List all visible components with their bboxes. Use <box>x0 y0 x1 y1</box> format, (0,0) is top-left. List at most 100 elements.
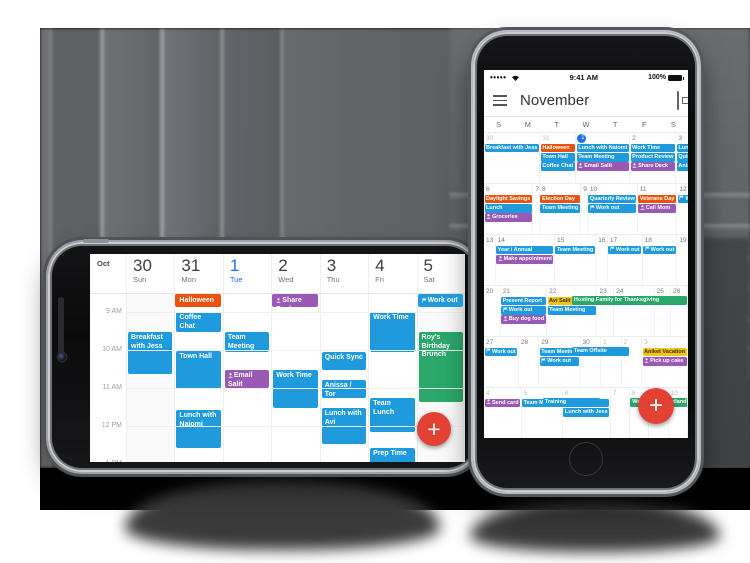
create-event-fab[interactable]: + <box>638 388 674 424</box>
week-grid[interactable]: Breakfast with Jess Coffee Chat Town Hall L… <box>126 294 465 462</box>
month-event-chip[interactable]: Quick Sync <box>676 153 688 162</box>
month-day-cell[interactable]: 3 Lunch with Avi Quick Sync Anissa / Tor <box>676 133 688 183</box>
month-event-chip[interactable]: Work out <box>677 194 688 204</box>
month-day-cell[interactable]: 26 <box>671 286 688 336</box>
month-day-cell[interactable]: 24Thanksgiving <box>614 286 655 336</box>
month-event-chip[interactable]: Work out <box>501 306 546 315</box>
calendar-icon[interactable] <box>677 90 679 110</box>
month-event-chip[interactable]: Lunch with Avi <box>676 143 688 153</box>
week-event[interactable]: Coffee Chat <box>176 312 221 332</box>
all-day-event[interactable]: Share Deck <box>272 294 318 313</box>
month-event-chip[interactable]: Anissa / Tor <box>676 162 688 171</box>
month-day-cell[interactable]: 12 Work out <box>677 184 688 234</box>
month-event-chip[interactable]: Aniket Vacation <box>642 347 687 357</box>
month-day-cell[interactable]: 13 <box>484 235 496 285</box>
month-day-cell[interactable]: 15 Team Meeting <box>555 235 597 285</box>
month-day-cell[interactable]: 22Avi Salit BirthdayTeam Meeting <box>547 286 598 336</box>
month-event-chip[interactable]: Email Salit <box>576 162 629 171</box>
power-button[interactable] <box>83 239 109 243</box>
month-day-cell[interactable]: 4 Send card <box>484 388 522 438</box>
month-event-chip[interactable]: Lunch with Naiomi <box>576 143 629 153</box>
month-day-cell[interactable]: 30 <box>581 337 602 387</box>
week-day-column-2[interactable]: Team Meeting Email Salit <box>222 294 272 462</box>
month-day-cell[interactable]: 1 <box>601 337 622 387</box>
month-day-cell[interactable]: 23 <box>597 286 615 336</box>
week-event[interactable]: Anissa / Tor <box>321 380 367 398</box>
month-day-cell[interactable]: 6 Daylight Savings Lunch Groceries <box>484 184 534 234</box>
month-day-cell[interactable]: 20 <box>484 286 501 336</box>
month-event-chip[interactable]: Share Deck <box>630 162 675 171</box>
month-event-span[interactable]: Hosting Family for Thanksgiving <box>571 296 688 305</box>
hamburger-icon[interactable] <box>493 95 507 106</box>
week-event[interactable]: Lunch with Naiomi <box>176 410 221 448</box>
month-day-cell[interactable]: 27 Work out <box>484 337 519 387</box>
week-event[interactable]: Work Time <box>370 312 415 352</box>
month-event-chip[interactable]: Work Time <box>630 143 675 153</box>
month-event-chip[interactable]: Breakfast with Jess <box>484 143 539 153</box>
month-event-chip[interactable]: Groceries <box>484 213 532 222</box>
home-button[interactable] <box>569 442 603 476</box>
week-event[interactable]: Breakfast with Jess <box>128 332 173 374</box>
week-day-header-3[interactable]: 2 Wed <box>271 254 319 293</box>
create-event-fab[interactable]: + <box>417 412 451 446</box>
week-day-header-1[interactable]: 31 Mon <box>174 254 222 293</box>
month-event-chip[interactable]: Halloween <box>540 143 575 153</box>
month-event-chip[interactable]: Lunch <box>484 204 532 213</box>
all-day-event[interactable]: Work out <box>417 294 463 307</box>
week-day-column-3[interactable]: Work Time <box>271 294 320 462</box>
month-event-chip[interactable]: Coffee Chat <box>540 162 575 171</box>
month-day-cell[interactable]: 25 <box>655 286 672 336</box>
week-event[interactable]: Roy's Birthday Brunch <box>418 332 463 402</box>
month-event-chip[interactable]: Buy dog food <box>501 315 546 324</box>
week-event[interactable]: Quick Sync <box>321 352 367 370</box>
month-event-chip[interactable]: Quarterly Review <box>588 194 637 204</box>
month-day-cell[interactable]: 7 <box>533 184 540 234</box>
month-event-chip[interactable]: Team Meeting <box>540 204 580 213</box>
month-event-chip[interactable]: Election Day <box>540 194 580 204</box>
week-day-column-0[interactable]: Breakfast with Jess <box>126 294 175 462</box>
month-event-chip[interactable]: Lunch with Jess <box>563 408 610 417</box>
month-event-chip[interactable]: Present Report <box>501 296 546 306</box>
month-event-chip[interactable]: Daylight Savings <box>484 194 532 204</box>
week-day-column-4[interactable]: Quick Sync Anissa / Tor Lunch with Avi <box>319 294 369 462</box>
week-day-header-5[interactable]: 4 Fri <box>368 254 416 293</box>
month-event-chip[interactable]: Send card <box>484 398 521 408</box>
week-view-body[interactable]: 9 AM 10 AM 11 AM 12 PM 1 PM Breakfast with J… <box>90 294 465 462</box>
week-event[interactable]: Town Hall <box>176 351 221 389</box>
week-day-header-2[interactable]: 1 Tue <box>222 254 271 293</box>
month-day-cell[interactable]: 18 Work out <box>643 235 678 285</box>
month-day-cell[interactable]: 9 <box>581 184 588 234</box>
month-event-chip[interactable]: Team Meeting <box>555 245 595 255</box>
month-event-chip[interactable]: Veterans Day <box>638 194 676 204</box>
month-day-cell[interactable]: 10 Quarterly Review Work out <box>588 184 638 234</box>
week-day-header-4[interactable]: 3 Thu <box>319 254 368 293</box>
month-day-cell[interactable]: 5 Team Meeting <box>522 388 563 438</box>
month-event-chip[interactable]: Work out <box>643 245 676 255</box>
month-day-cell[interactable]: 7 <box>611 388 630 438</box>
month-event-chip[interactable]: Year / Annual <box>496 245 554 255</box>
week-event[interactable]: Team Meeting <box>224 332 270 352</box>
week-day-header-6[interactable]: 5 Sat <box>416 254 465 293</box>
month-event-chip[interactable]: Pick up cake <box>642 357 687 366</box>
month-event-span[interactable]: Team Offsite <box>571 347 630 356</box>
month-day-cell[interactable]: 2 <box>622 337 643 387</box>
month-day-cell[interactable]: 21 Present Report Work out Buy dog food <box>501 286 548 336</box>
month-day-cell[interactable]: 28 <box>519 337 540 387</box>
month-day-cell[interactable]: 17 Work out <box>608 235 643 285</box>
month-event-chip[interactable]: Product Review <box>630 153 675 162</box>
month-day-cell[interactable]: 14 Year / Annual Make appointment <box>496 235 555 285</box>
month-event-chip[interactable]: Team Meeting <box>576 153 629 162</box>
month-day-cell[interactable]: 2 Work Time Product Review Share Deck <box>630 133 677 183</box>
month-event-span[interactable]: Training <box>542 398 601 407</box>
month-event-chip[interactable]: Work out <box>608 245 642 255</box>
month-day-cell[interactable]: 11 Veterans Day Call Mom <box>638 184 678 234</box>
week-event[interactable]: Prep Time <box>370 448 415 462</box>
month-day-cell[interactable]: 1 Lunch with Naiomi Team Meeting Email Sali… <box>576 133 631 183</box>
month-day-cell[interactable]: 19 <box>677 235 688 285</box>
week-day-header-0[interactable]: 30 Sun <box>126 254 174 293</box>
week-event[interactable]: Email Salit <box>224 370 270 388</box>
month-event-chip[interactable]: Work out <box>539 357 580 366</box>
month-day-cell[interactable]: 30 Breakfast with Jess <box>484 133 541 183</box>
month-event-chip[interactable]: Work out <box>588 204 637 213</box>
month-day-cell[interactable]: 6TrainingLunch with Jess <box>563 388 611 438</box>
